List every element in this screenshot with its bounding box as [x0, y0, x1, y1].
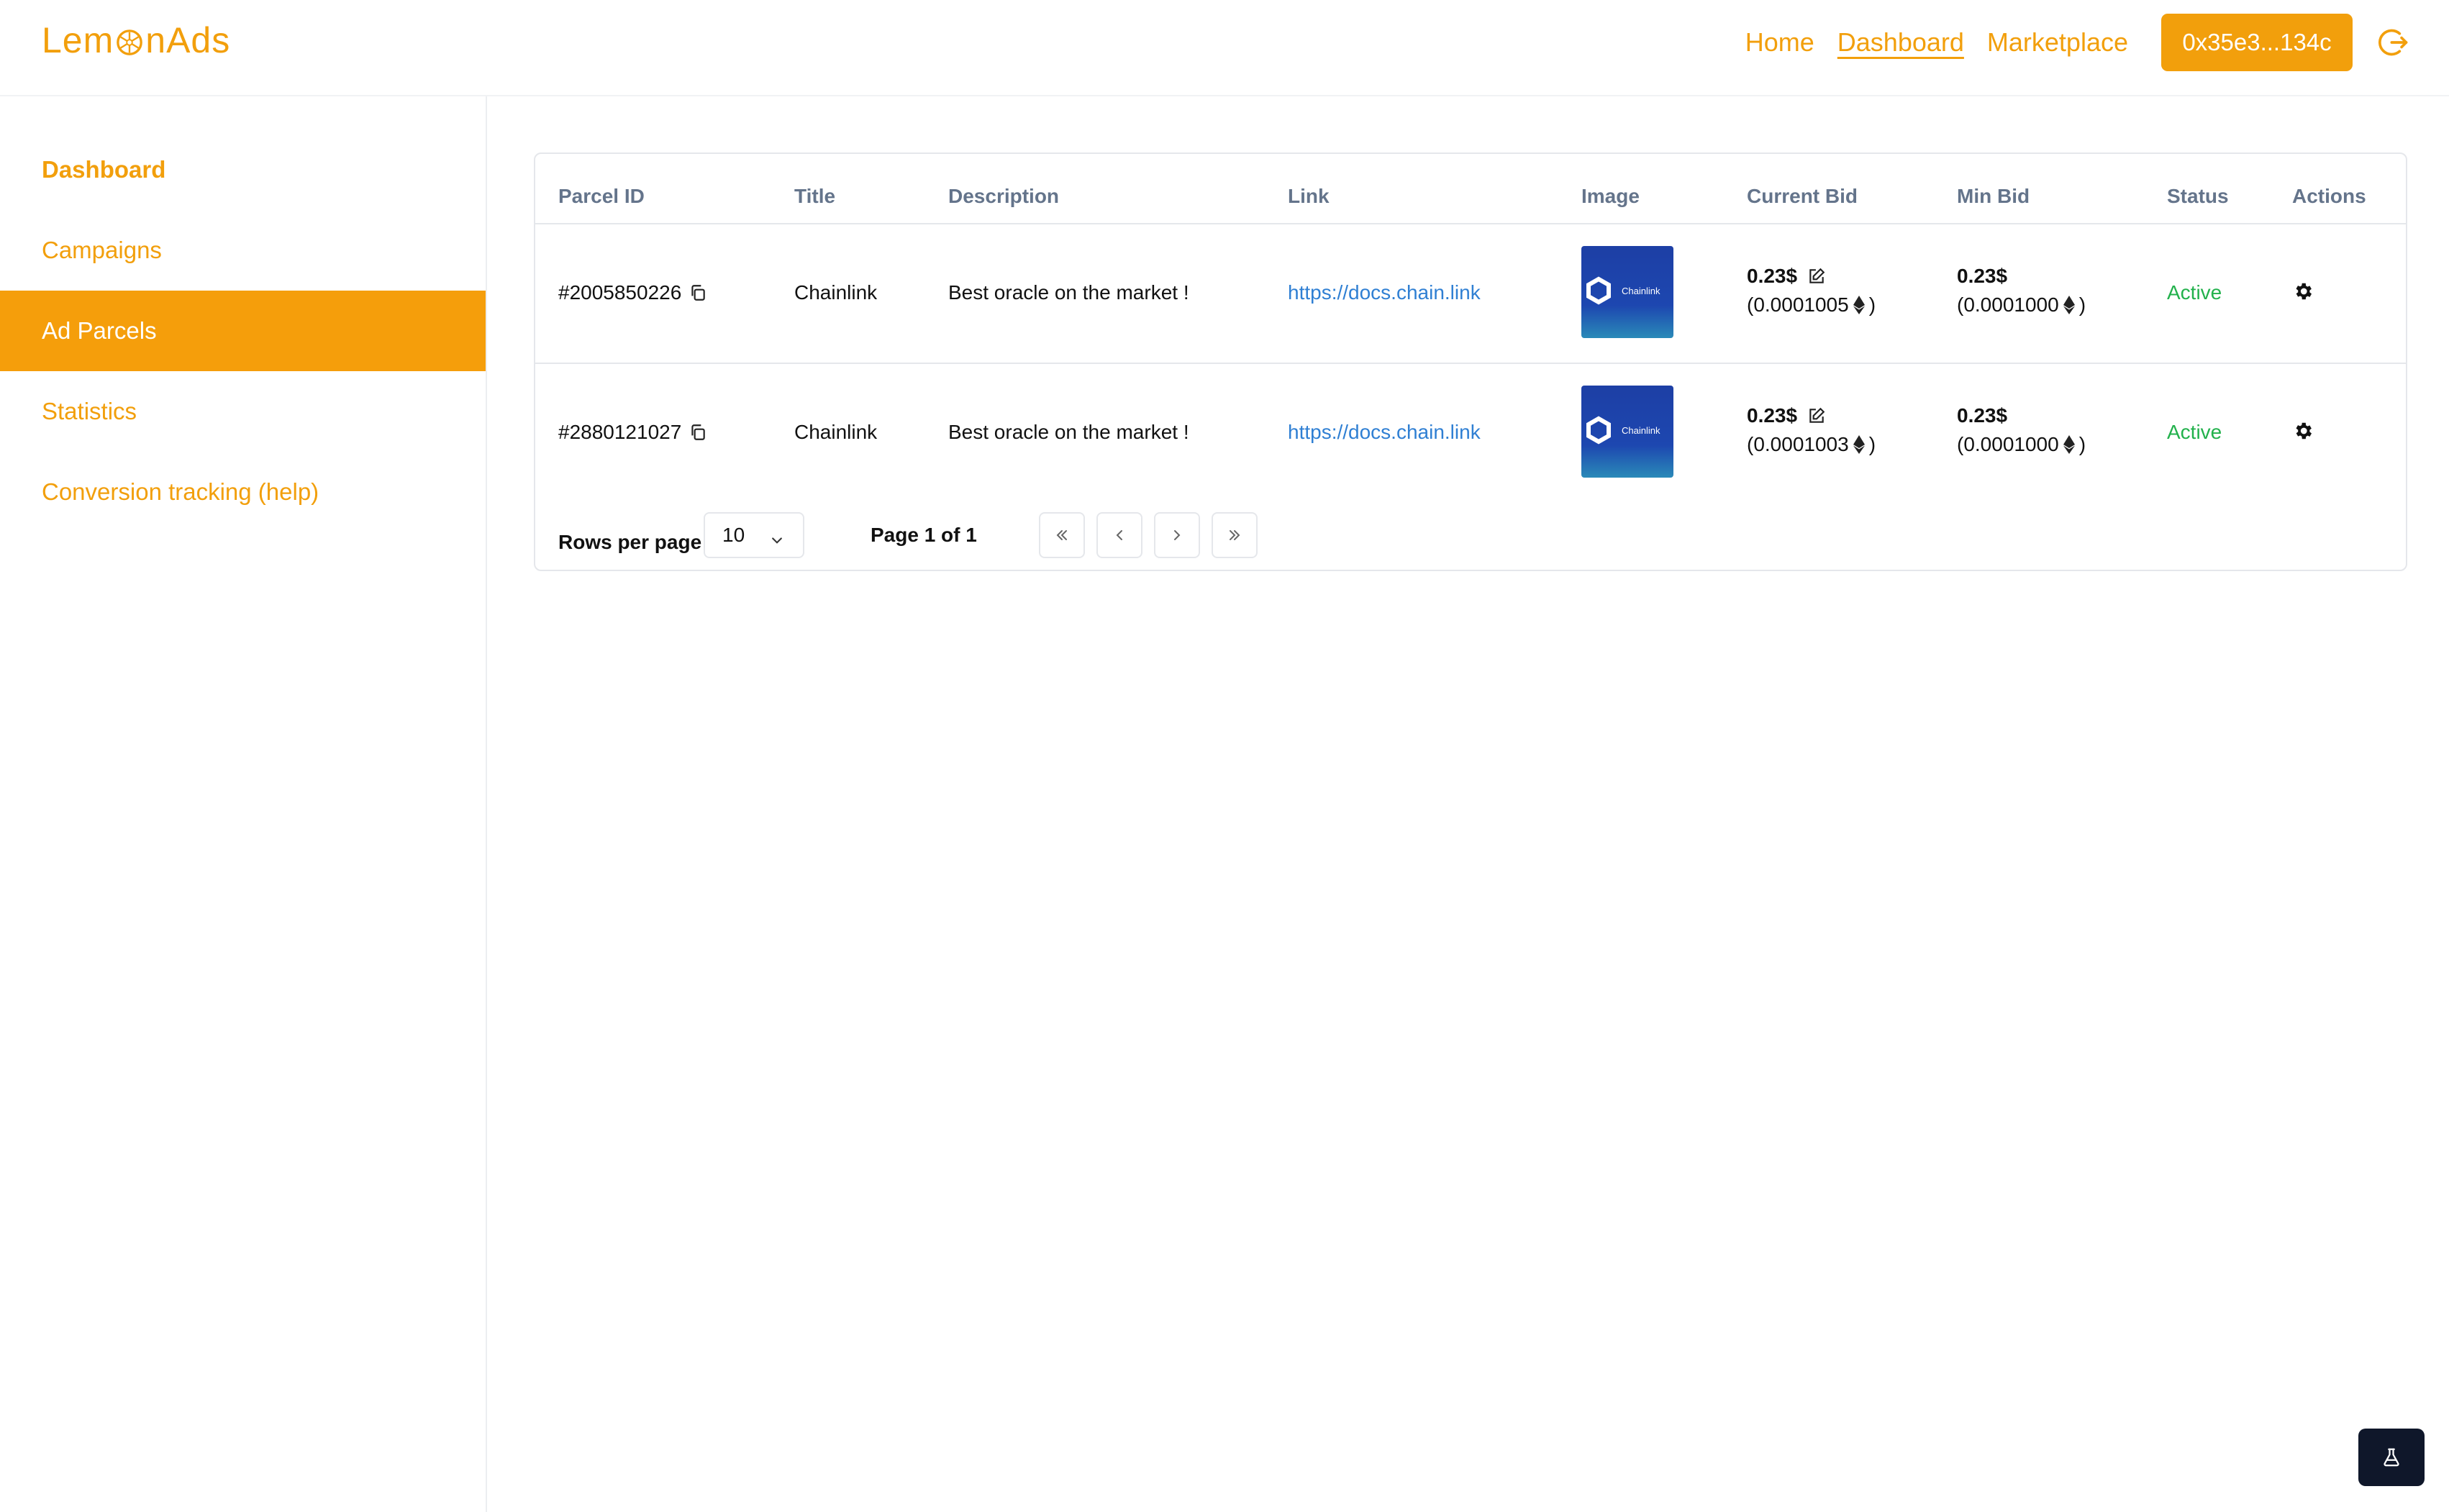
column-header-title: Title [794, 185, 836, 207]
min-bid-cell: 0.23$ (0.0001000 ) [1957, 401, 2086, 459]
current-bid-usd: 0.23$ [1747, 265, 1798, 287]
chevrons-right-icon [1230, 530, 1240, 540]
current-bid-usd: 0.23$ [1747, 404, 1798, 427]
thumbnail-caption: Chainlink [1622, 286, 1660, 296]
close-paren: ) [1868, 433, 1876, 455]
ad-image-thumbnail[interactable]: Chainlink [1581, 246, 1673, 338]
parcel-id-text: #2880121027 [558, 421, 682, 443]
parcel-id-cell: #2005850226 [558, 276, 707, 309]
chevrons-left-icon [1056, 530, 1067, 540]
sidebar-item-ad-parcels[interactable]: Ad Parcels [0, 291, 486, 371]
column-header-description: Description [948, 185, 1060, 207]
min-bid-eth: (0.0001000 [1957, 433, 2059, 455]
lemon-icon [117, 29, 143, 55]
parcel-id-cell: #2880121027 [558, 416, 707, 449]
ethereum-icon [1853, 435, 1865, 454]
ad-parcels-table: Parcel ID Title Description Link Image C… [534, 152, 2407, 571]
chevron-right-icon [1174, 530, 1181, 540]
description-cell: Best oracle on the market ! [948, 281, 1189, 304]
description-cell: Best oracle on the market ! [948, 421, 1189, 443]
column-header-parcel-id: Parcel ID [558, 185, 645, 207]
ethereum-icon [2063, 296, 2075, 314]
sidebar-item-dashboard[interactable]: Dashboard [0, 129, 486, 210]
chevron-down-icon [770, 529, 784, 552]
first-page-button[interactable] [1039, 512, 1085, 558]
logo-text-start: Lem [42, 20, 114, 60]
sidebar-item-label: Dashboard [42, 156, 166, 183]
ethereum-icon [1853, 296, 1865, 314]
previous-page-button[interactable] [1096, 512, 1142, 558]
close-paren: ) [1868, 293, 1876, 316]
sidebar: Dashboard Campaigns Ad Parcels Statistic… [0, 96, 487, 1512]
column-header-current-bid: Current Bid [1747, 185, 1858, 207]
sidebar-item-label: Statistics [42, 398, 137, 424]
min-bid-usd: 0.23$ [1957, 404, 2008, 427]
nav-marketplace-link[interactable]: Marketplace [1987, 27, 2128, 58]
edit-bid-icon[interactable] [1807, 267, 1826, 286]
copy-icon[interactable] [689, 283, 707, 302]
parcel-id-text: #2005850226 [558, 281, 682, 304]
rows-per-page-value: 10 [722, 524, 745, 546]
logo[interactable]: Lem nAds [42, 19, 230, 62]
rows-per-page-select[interactable]: 10 [704, 512, 804, 558]
flask-icon [2384, 1448, 2399, 1467]
close-paren: ) [2078, 433, 2086, 455]
column-header-image: Image [1581, 185, 1640, 207]
status-badge: Active [2167, 281, 2222, 304]
title-cell: Chainlink [794, 281, 878, 304]
logout-icon[interactable] [2377, 25, 2412, 60]
gear-icon[interactable] [2292, 414, 2314, 447]
flask-button[interactable] [2358, 1429, 2425, 1486]
header-divider [535, 223, 2406, 224]
copy-icon[interactable] [689, 423, 707, 442]
title-cell: Chainlink [794, 421, 878, 443]
top-header: Lem nAds Home Dashboard Marketplace 0x35… [0, 0, 2449, 96]
sidebar-item-label: Ad Parcels [42, 317, 157, 344]
link-cell[interactable]: https://docs.chain.link [1288, 276, 1481, 309]
edit-bid-icon[interactable] [1807, 406, 1826, 425]
last-page-button[interactable] [1212, 512, 1258, 558]
sidebar-item-statistics[interactable]: Statistics [0, 371, 486, 452]
ad-image-thumbnail[interactable]: Chainlink [1581, 386, 1673, 478]
ethereum-icon [2063, 435, 2075, 454]
current-bid-cell: 0.23$ (0.0001005 ) [1747, 262, 1876, 319]
sidebar-item-campaigns[interactable]: Campaigns [0, 210, 486, 291]
column-header-actions: Actions [2292, 185, 2366, 207]
column-header-link: Link [1288, 185, 1330, 207]
logo-text-end: nAds [145, 20, 231, 60]
rows-per-page-label: Rows per page [558, 531, 702, 553]
min-bid-cell: 0.23$ (0.0001000 ) [1957, 262, 2086, 319]
current-bid-eth: (0.0001005 [1747, 293, 1849, 316]
min-bid-usd: 0.23$ [1957, 265, 2008, 287]
sidebar-item-label: Conversion tracking (help) [42, 478, 319, 505]
min-bid-eth: (0.0001000 [1957, 293, 2059, 316]
next-page-button[interactable] [1154, 512, 1200, 558]
header-nav: Home Dashboard Marketplace 0x35e3...134c [1722, 0, 2449, 85]
thumbnail-caption: Chainlink [1622, 425, 1660, 436]
row-divider [535, 363, 2406, 364]
current-bid-cell: 0.23$ (0.0001003 ) [1747, 401, 1876, 459]
wallet-address-button[interactable]: 0x35e3...134c [2161, 14, 2353, 71]
sidebar-item-label: Campaigns [42, 237, 162, 263]
column-header-min-bid: Min Bid [1957, 185, 2030, 207]
nav-dashboard-link[interactable]: Dashboard [1837, 27, 1964, 58]
column-header-status: Status [2167, 185, 2229, 207]
chevron-left-icon [1116, 530, 1122, 540]
nav-home-link[interactable]: Home [1745, 27, 1814, 58]
status-badge: Active [2167, 421, 2222, 443]
close-paren: ) [2078, 293, 2086, 316]
link-cell[interactable]: https://docs.chain.link [1288, 416, 1481, 449]
sidebar-item-conversion-tracking[interactable]: Conversion tracking (help) [0, 452, 486, 532]
page-indicator: Page 1 of 1 [871, 524, 977, 546]
gear-icon[interactable] [2292, 275, 2314, 308]
current-bid-eth: (0.0001003 [1747, 433, 1849, 455]
